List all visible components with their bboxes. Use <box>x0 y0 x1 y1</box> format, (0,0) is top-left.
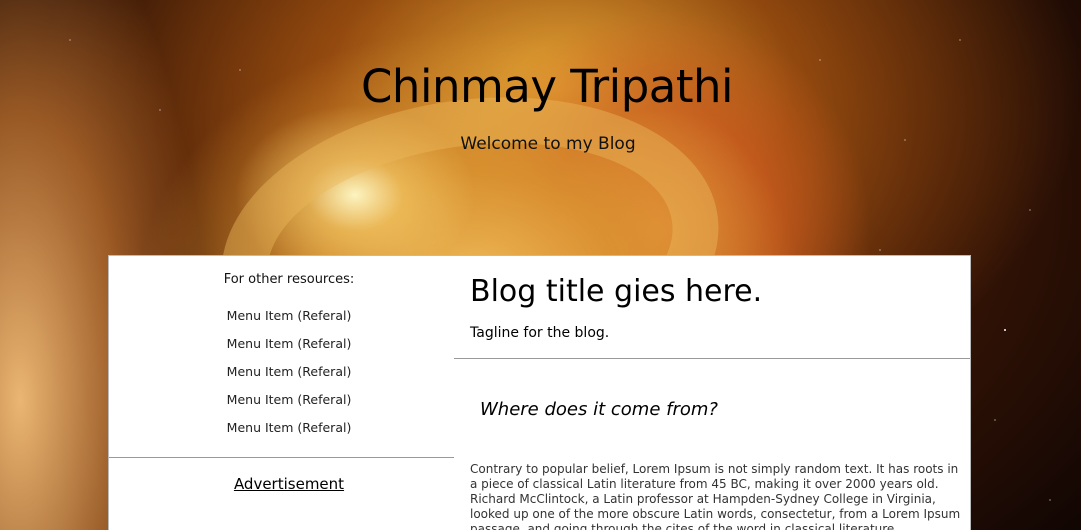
resources-heading: For other resources: <box>223 272 355 287</box>
blog-title: Blog title gies here. <box>470 274 763 309</box>
menu-item-referal-1[interactable]: Menu Item (Referal) <box>109 307 469 335</box>
menu-item-referal-5[interactable]: Menu Item (Referal) <box>109 419 469 447</box>
menu-item-referal-3[interactable]: Menu Item (Referal) <box>109 363 469 391</box>
post-body: Contrary to popular belief, Lorem Ipsum … <box>470 462 961 530</box>
blog-main: Blog title gies here. Tagline for the bl… <box>454 256 970 530</box>
post-heading: Where does it come from? <box>480 399 718 420</box>
site-title: Chinmay Tripathi <box>361 60 734 113</box>
menu-item-referal-2[interactable]: Menu Item (Referal) <box>109 335 469 363</box>
sidebar-menu: Menu Item (Referal) Menu Item (Referal) … <box>109 307 469 447</box>
content-panel: For other resources: Menu Item (Referal)… <box>108 255 971 530</box>
blog-tagline: Tagline for the blog. <box>470 325 610 341</box>
site-subtitle: Welcome to my Blog <box>460 134 636 154</box>
sidebar-divider <box>109 457 454 458</box>
main-divider <box>454 358 970 359</box>
sidebar: For other resources: Menu Item (Referal)… <box>109 256 454 530</box>
menu-item-referal-4[interactable]: Menu Item (Referal) <box>109 391 469 419</box>
advertisement-heading: Advertisement <box>233 475 345 493</box>
